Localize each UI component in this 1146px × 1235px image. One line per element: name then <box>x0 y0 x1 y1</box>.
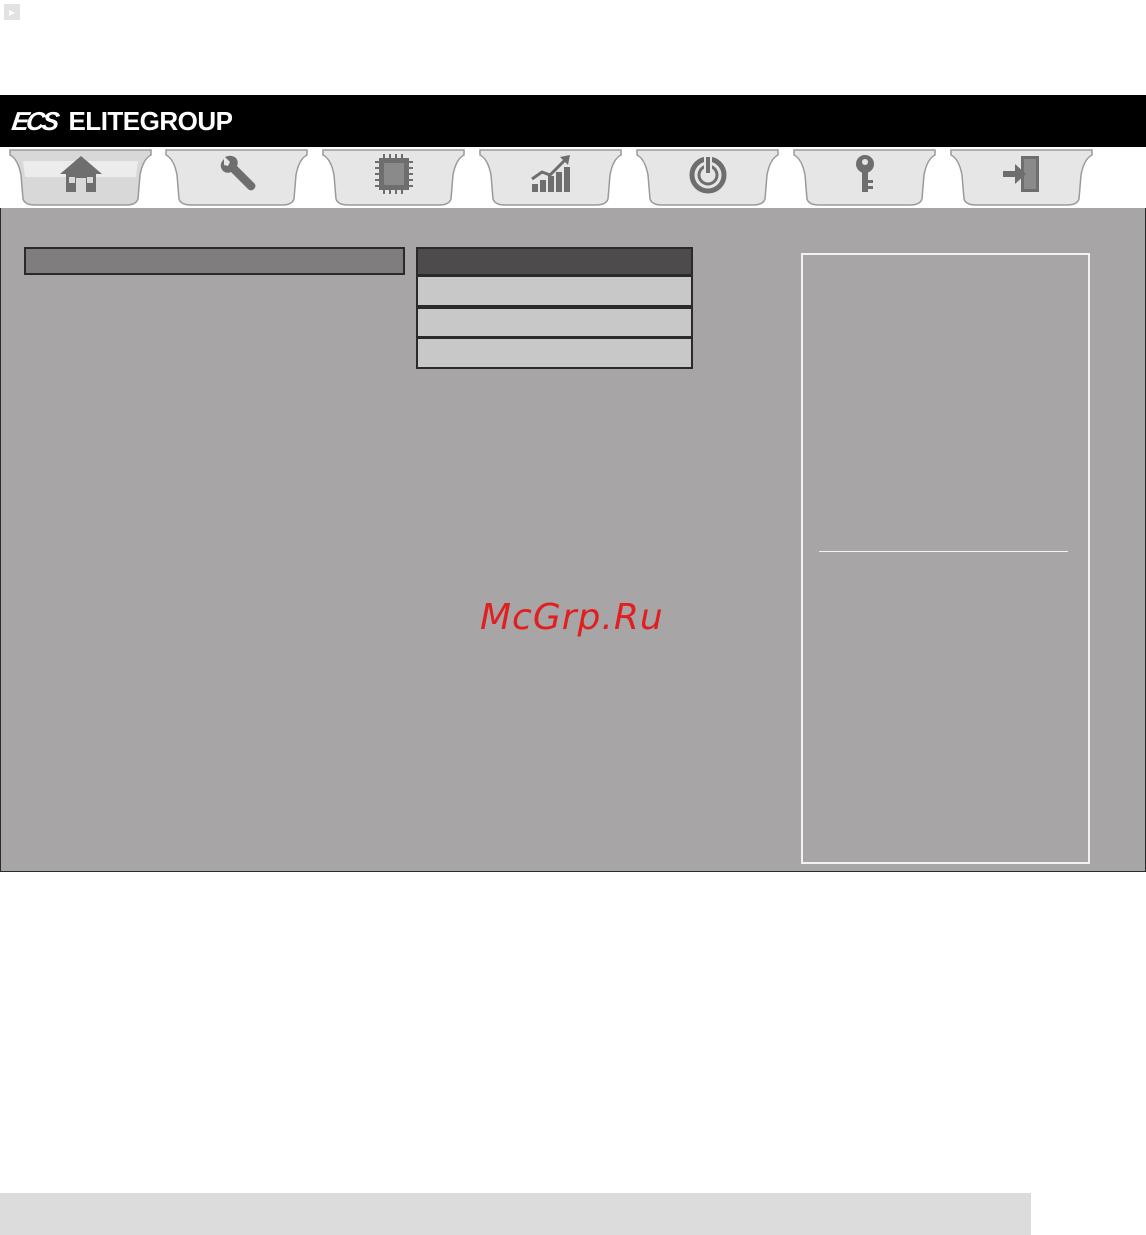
help-divider <box>819 551 1068 552</box>
option-row[interactable] <box>416 306 693 339</box>
tab-bar <box>0 147 1146 208</box>
brand-name: ELITEGROUP <box>68 105 233 136</box>
wrench-icon <box>220 155 255 191</box>
tab-security[interactable] <box>792 147 937 206</box>
tab-advanced[interactable] <box>164 147 309 206</box>
corner-arrow-icon: ▸ <box>4 4 20 20</box>
power-icon <box>689 155 726 194</box>
settings-header-bar <box>24 247 405 275</box>
exit-door-icon <box>1002 156 1039 192</box>
performance-chart-icon <box>530 155 570 192</box>
tab-mib[interactable] <box>478 147 623 206</box>
ecs-logo-mark: ECS <box>9 105 59 136</box>
tab-boot[interactable] <box>635 147 780 206</box>
tab-chipset[interactable] <box>321 147 466 206</box>
option-row[interactable] <box>416 336 693 369</box>
chip-icon <box>374 154 413 194</box>
help-panel <box>801 253 1090 864</box>
header-bar: ECS ELITEGROUP <box>0 95 1146 147</box>
key-icon <box>855 155 874 192</box>
option-row[interactable] <box>416 274 693 307</box>
watermark-text: McGrp.Ru <box>480 597 664 638</box>
brand-logo: ECS ELITEGROUP <box>9 102 233 140</box>
footer-bar <box>0 1193 1031 1235</box>
options-header <box>416 247 693 275</box>
bios-main-panel: McGrp.Ru <box>0 208 1146 872</box>
tab-home[interactable] <box>8 147 153 206</box>
home-icon <box>59 156 102 192</box>
tab-exit[interactable] <box>949 147 1094 206</box>
